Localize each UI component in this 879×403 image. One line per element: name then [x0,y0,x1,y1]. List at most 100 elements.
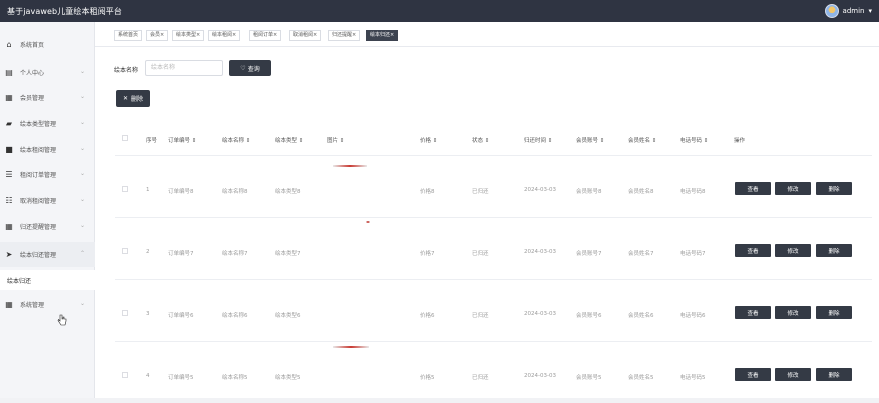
search-icon: ♡ [240,64,246,72]
sidebar-subitem-book-returns[interactable]: 绘本归还 [0,270,95,290]
user-card-icon: ▤ [5,67,13,77]
cell-phone: 电话号码8 [680,189,706,195]
cell-price: 价格5 [420,375,435,381]
cell-index: 4 [146,373,150,379]
grid-icon: ▦ [5,221,13,231]
chevron-down-icon: ⌄ [79,170,85,177]
chevron-down-icon: ⌄ [79,222,85,229]
chevron-down-icon: ⌄ [79,300,85,307]
chevron-down-icon: ⌄ [79,68,85,75]
delete-button[interactable]: 删除 [816,182,852,195]
sidebar-item-book-types[interactable]: ▰ 绘本类型管理 ⌄ [0,111,95,136]
view-button[interactable]: 查看 [735,306,771,319]
view-button[interactable]: 查看 [735,368,771,381]
table-row: 3 订单编号6 绘本名称6 绘本类型6 价格6 已归还 2024-03-03 会… [115,279,872,341]
top-bar: 基于javaweb儿童绘本租阅平台 admin ▾ [0,0,879,22]
column-header-book-name[interactable]: 绘本名称 ⇕ [222,136,250,144]
cell-account: 会员账号8 [576,189,602,195]
search-label: 绘本名称 [114,67,139,74]
chevron-up-icon: ⌃ [79,250,85,257]
tab-book-returns[interactable]: 绘本归还× [366,30,399,41]
delete-button[interactable]: 删除 [816,244,852,257]
user-menu[interactable]: admin ▾ [824,4,872,18]
column-header-account[interactable]: 会员账号 ⇕ [576,136,604,144]
view-button[interactable]: 查看 [735,244,771,257]
cell-order: 订单编号8 [168,189,194,195]
tab-bar: 系统首页 会员× 绘本类型× 绘本租阅× 租阅订单× 取消租阅× 归还提醒× 绘… [95,22,879,47]
sidebar-item-label: 系统管理 [20,302,45,309]
sidebar-item-book-rental[interactable]: ■ 绘本租阅管理 ⌄ [0,137,95,162]
edit-button[interactable]: 修改 [775,306,811,319]
column-header-actions: 操作 [734,138,746,144]
main-area: 系统首页 会员× 绘本类型× 绘本租阅× 租阅订单× 取消租阅× 归还提醒× 绘… [95,22,879,398]
search-input[interactable]: 绘本名称 [145,60,223,76]
edit-button[interactable]: 修改 [775,244,811,257]
cell-book-type: 绘本类型6 [275,313,301,319]
user-name[interactable]: admin [843,7,865,15]
delete-button[interactable]: 删除 [816,368,852,381]
tab-cancel-rentals[interactable]: 取消租阅× [289,30,322,41]
row-checkbox[interactable] [122,186,128,192]
column-header-index: 序号 [146,138,158,144]
row-checkbox[interactable] [122,372,128,378]
sidebar-item-label: 绘本租阅管理 [20,147,57,154]
delete-button[interactable]: 删除 [816,306,852,319]
view-button[interactable]: 查看 [735,182,771,195]
chevron-down-icon: ⌄ [79,196,85,203]
cell-index: 1 [146,187,150,193]
avatar[interactable] [824,4,839,18]
column-header-price[interactable]: 价格 ⇕ [420,136,437,144]
sidebar-item-cancel-rentals[interactable]: ☷ 取消租阅管理 ⌄ [0,188,95,213]
cell-book-name: 绘本名称5 [222,375,248,381]
search-button[interactable]: ♡ 查询 [229,60,271,76]
sidebar: ⌂ 系统首页 ▤ 个人中心 ⌄ ▦ 会员管理 ⌄ ▰ 绘本类型管理 ⌄ ■ 绘本租阅管理 ⌄ ☰ 租… [0,22,95,398]
sidebar-item-book-returns[interactable]: ➤ 绘本归还管理 ⌃ [0,242,95,267]
cell-return-time: 2024-03-03 [524,311,556,317]
tab-rental-orders[interactable]: 租阅订单× [249,30,282,41]
column-header-member[interactable]: 会员姓名 ⇕ [628,136,656,144]
cell-status: 已归还 [472,313,489,319]
column-header-return-time[interactable]: 归还时间 ⇕ [524,136,552,144]
row-checkbox[interactable] [122,248,128,254]
cell-member: 会员姓名5 [628,375,654,381]
column-header-image[interactable]: 图片 ⇕ [327,136,344,144]
sidebar-item-rental-orders[interactable]: ☰ 租阅订单管理 ⌄ [0,162,95,187]
column-header-book-type[interactable]: 绘本类型 ⇕ [275,136,303,144]
book-image [333,346,369,348]
grid-icon: ▦ [5,299,13,309]
tab-home[interactable]: 系统首页 [114,30,143,41]
cell-account: 会员账号5 [576,375,602,381]
cell-member: 会员姓名8 [628,189,654,195]
edit-button[interactable]: 修改 [775,182,811,195]
app-title: 基于javaweb儿童绘本租阅平台 [7,6,123,16]
sidebar-item-system[interactable]: ▦ 系统管理 ⌄ [0,292,95,317]
send-icon: ➤ [5,249,13,259]
sidebar-item-members[interactable]: ▦ 会员管理 ⌄ [0,85,95,110]
row-checkbox[interactable] [122,310,128,316]
edit-button[interactable]: 修改 [775,368,811,381]
sidebar-item-profile[interactable]: ▤ 个人中心 ⌄ [0,60,95,85]
close-icon: ✕ [122,95,128,102]
tab-book-rental[interactable]: 绘本租阅× [208,30,241,41]
tab-members[interactable]: 会员× [146,30,169,41]
cell-book-type: 绘本类型7 [275,251,301,257]
cell-phone: 电话号码5 [680,375,706,381]
cell-return-time: 2024-03-03 [524,187,556,193]
sidebar-item-home[interactable]: ⌂ 系统首页 [0,32,95,57]
sidebar-item-label: 取消租阅管理 [20,198,57,205]
chevron-down-icon[interactable]: ▾ [868,7,872,15]
tab-return-reminders[interactable]: 归还提醒× [328,30,361,41]
table-row: 2 订单编号7 绘本名称7 绘本类型7 价格7 已归还 2024-03-03 会… [115,217,872,279]
bulk-delete-button[interactable]: ✕ 删除 [116,90,150,107]
select-all-checkbox[interactable] [122,135,128,141]
tab-book-types[interactable]: 绘本类型× [172,30,205,41]
table-row: 1 订单编号8 绘本名称8 绘本类型8 价格8 已归还 2024-03-03 会… [115,155,872,217]
sidebar-item-label: 绘本类型管理 [20,121,57,128]
column-header-phone[interactable]: 电话号码 ⇕ [680,136,708,144]
cell-phone: 电话号码7 [680,251,706,257]
cell-return-time: 2024-03-03 [524,249,556,255]
cell-return-time: 2024-03-03 [524,373,556,379]
column-header-order[interactable]: 订单编号 ⇕ [168,136,196,144]
column-header-status[interactable]: 状态 ⇕ [472,136,489,144]
sidebar-item-return-reminders[interactable]: ▦ 归还提醒管理 ⌄ [0,214,95,239]
